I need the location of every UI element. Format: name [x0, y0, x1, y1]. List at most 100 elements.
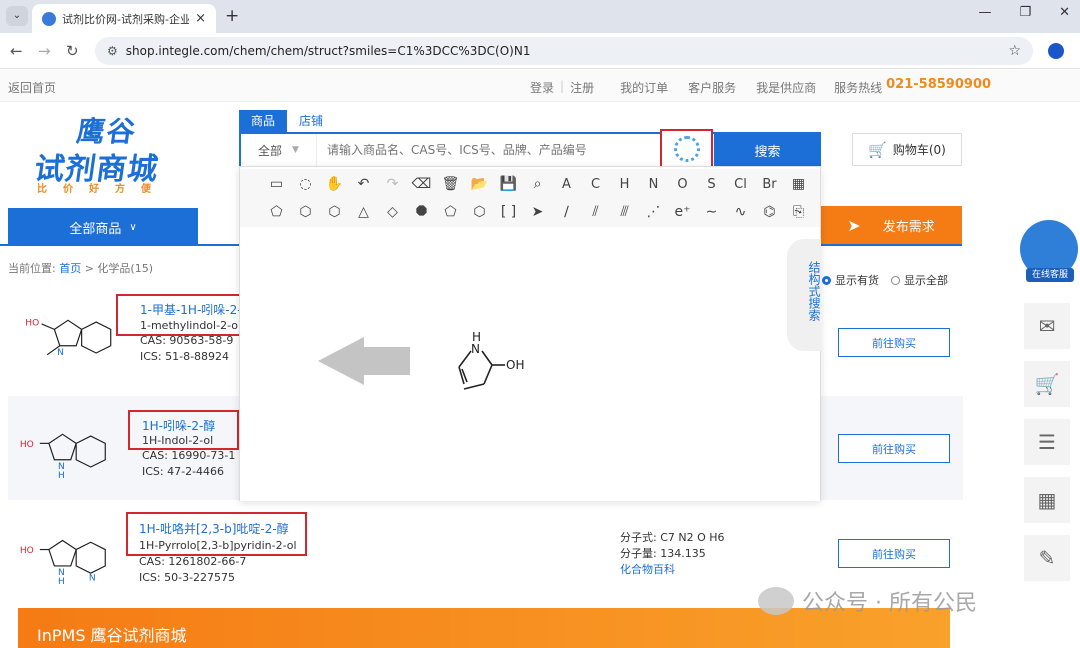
url-bar[interactable]: ⚙ shop.integle.com/chem/chem/struct?smil…: [95, 37, 1033, 65]
site-logo[interactable]: 鹰谷 试剂商城 比价好方便: [32, 110, 185, 195]
undo-icon[interactable]: ↶: [349, 176, 378, 192]
online-service-widget[interactable]: 在线客服: [1020, 220, 1080, 284]
molecule-structure-1: HO N: [25, 319, 112, 358]
redo-icon[interactable]: ↷: [378, 176, 407, 192]
order-list-icon[interactable]: ☰: [1024, 419, 1070, 465]
product-name-cn[interactable]: 1H-吲哚-2-醇: [142, 417, 215, 434]
close-tab-icon[interactable]: ×: [195, 11, 206, 26]
watermark-text: 公众号 · 所有公民: [802, 591, 977, 616]
open-folder-icon[interactable]: 📂: [465, 176, 494, 192]
minimize-icon[interactable]: —: [978, 5, 991, 20]
tab-stores[interactable]: 店铺: [287, 110, 335, 132]
filter-in-stock[interactable]: 显示有货: [822, 272, 879, 288]
tab-search-button[interactable]: ⌄: [6, 6, 28, 26]
wavy-bond-icon[interactable]: ∼: [697, 204, 726, 220]
browser-tab[interactable]: 试剂比价网-试剂采购-企业研发 ×: [32, 4, 216, 33]
template-icon[interactable]: ⌬: [755, 204, 784, 220]
logo-slogan: 比价好方便: [37, 184, 167, 195]
product-ics: ICS: 50-3-227575: [139, 571, 236, 584]
wechat-icon: [758, 587, 794, 615]
drawing-canvas[interactable]: H N OH: [240, 229, 820, 501]
back-icon[interactable]: ←: [10, 42, 23, 60]
profile-avatar[interactable]: [1048, 43, 1064, 59]
atom-c-button[interactable]: C: [581, 177, 610, 192]
search-button[interactable]: 搜索: [714, 132, 821, 168]
diamond-tool-icon[interactable]: ◇: [378, 204, 407, 220]
product-ics: ICS: 51-8-88924: [140, 350, 230, 363]
left-arrow-icon: [318, 337, 410, 385]
customer-service-link[interactable]: 客户服务: [688, 79, 736, 96]
product-name-en: 1H-Indol-2-ol: [142, 434, 214, 447]
structure-draw-icon: [673, 135, 700, 162]
octagon-tool-icon[interactable]: ⯃: [407, 204, 436, 220]
arrow-tool-icon[interactable]: ➤: [523, 204, 552, 220]
supplier-link[interactable]: 我是供应商: [756, 79, 816, 96]
new-tab-icon[interactable]: +: [225, 6, 239, 26]
cart-button[interactable]: 🛒 购物车(0): [852, 133, 962, 166]
ring-tool-icon[interactable]: ⬠: [436, 204, 465, 220]
chain-tool-icon[interactable]: ∿: [726, 204, 755, 220]
save-icon[interactable]: 💾: [494, 176, 523, 192]
structure-search-button[interactable]: [660, 129, 713, 168]
qr-code-icon[interactable]: ▦: [1024, 477, 1070, 523]
url-text: shop.integle.com/chem/chem/struct?smiles…: [125, 44, 531, 58]
register-link[interactable]: 注册: [570, 79, 594, 96]
reload-icon[interactable]: ↻: [66, 42, 79, 60]
product-cas: CAS: 90563-58-9: [140, 334, 234, 347]
all-products-menu[interactable]: 全部商品 ∨: [8, 208, 198, 246]
divider: |: [560, 79, 565, 93]
hash-bond-icon[interactable]: ⋰: [639, 204, 668, 220]
single-bond-icon[interactable]: ∕: [552, 204, 581, 220]
my-orders-link[interactable]: 我的订单: [620, 79, 668, 96]
restore-icon[interactable]: ❐: [1019, 5, 1031, 20]
atom-n-button[interactable]: N: [639, 177, 668, 192]
hand-tool-icon[interactable]: ✋: [320, 176, 349, 192]
close-window-icon[interactable]: ✕: [1059, 5, 1070, 20]
product-meta: CAS: 1261802-66-7 ICS: 50-3-227575: [139, 554, 246, 586]
tab-products[interactable]: 商品: [239, 110, 288, 132]
forward-icon[interactable]: →: [38, 42, 51, 60]
atom-s-button[interactable]: S: [697, 177, 726, 192]
periodic-table-icon[interactable]: ▦: [784, 176, 813, 192]
edit-icon[interactable]: ✎: [1024, 535, 1070, 581]
go-buy-button[interactable]: 前往购买: [838, 328, 950, 357]
trash-icon[interactable]: 🗑: [436, 176, 465, 192]
zoom-icon[interactable]: ⌕: [523, 176, 552, 192]
compound-wiki-link[interactable]: 化合物百科: [620, 562, 725, 578]
cube-tool-icon[interactable]: ⬡: [465, 204, 494, 220]
atom-a-button[interactable]: A: [552, 177, 581, 192]
structure-search-side-tab[interactable]: 结构式搜索: [787, 239, 821, 351]
hexagon-alt-tool-icon[interactable]: ⬡: [320, 204, 349, 220]
atom-h-button[interactable]: H: [610, 177, 639, 192]
search-scope-select[interactable]: 全部 ▼: [241, 134, 317, 166]
product-name-cn[interactable]: 1H-吡咯并[2,3-b]吡啶-2-醇: [139, 520, 289, 537]
atom-cl-button[interactable]: Cl: [726, 177, 755, 192]
message-icon[interactable]: ✉: [1024, 303, 1070, 349]
lasso-tool-icon[interactable]: ◌: [291, 176, 320, 192]
go-buy-button[interactable]: 前往购买: [838, 434, 950, 463]
bracket-tool-icon[interactable]: [ ]: [494, 204, 523, 220]
hexagon-tool-icon[interactable]: ⬡: [291, 204, 320, 220]
double-bond-icon[interactable]: ⫽: [581, 204, 610, 220]
editor-toolbar-row2: ⬠ ⬡ ⬡ △ ◇ ⯃ ⬠ ⬡ [ ] ➤ ∕ ⫽ ⫻ ⋰ e⁺ ∼ ∿ ⌬ ⎘: [240, 197, 820, 227]
login-link[interactable]: 登录: [530, 79, 554, 96]
address-bar-row: ← → ↻ ⚙ shop.integle.com/chem/chem/struc…: [0, 33, 1080, 69]
triple-bond-icon[interactable]: ⫻: [610, 204, 639, 220]
select-rect-tool-icon[interactable]: ▭: [262, 176, 291, 192]
atom-o-button[interactable]: O: [668, 177, 697, 192]
back-home-link[interactable]: 返回首页: [8, 79, 56, 96]
charge-tool-icon[interactable]: e⁺: [668, 204, 697, 220]
eraser-icon[interactable]: ⌫: [407, 176, 436, 192]
clipboard-icon[interactable]: ⎘: [784, 204, 813, 220]
atom-br-button[interactable]: Br: [755, 177, 784, 192]
site-info-icon[interactable]: ⚙: [107, 44, 118, 58]
go-buy-button[interactable]: 前往购买: [838, 539, 950, 568]
filter-all[interactable]: 显示全部: [891, 272, 948, 288]
triangle-tool-icon[interactable]: △: [349, 204, 378, 220]
pentagon-tool-icon[interactable]: ⬠: [262, 204, 291, 220]
product-name-cn[interactable]: 1-甲基-1H-吲哚-2-醇: [140, 301, 254, 318]
breadcrumb-home[interactable]: 首页: [59, 262, 81, 275]
bookmark-star-icon[interactable]: ☆: [1008, 43, 1021, 59]
cart-side-icon[interactable]: 🛒: [1024, 361, 1070, 407]
publish-request-button[interactable]: ➤ 发布需求: [820, 206, 962, 244]
